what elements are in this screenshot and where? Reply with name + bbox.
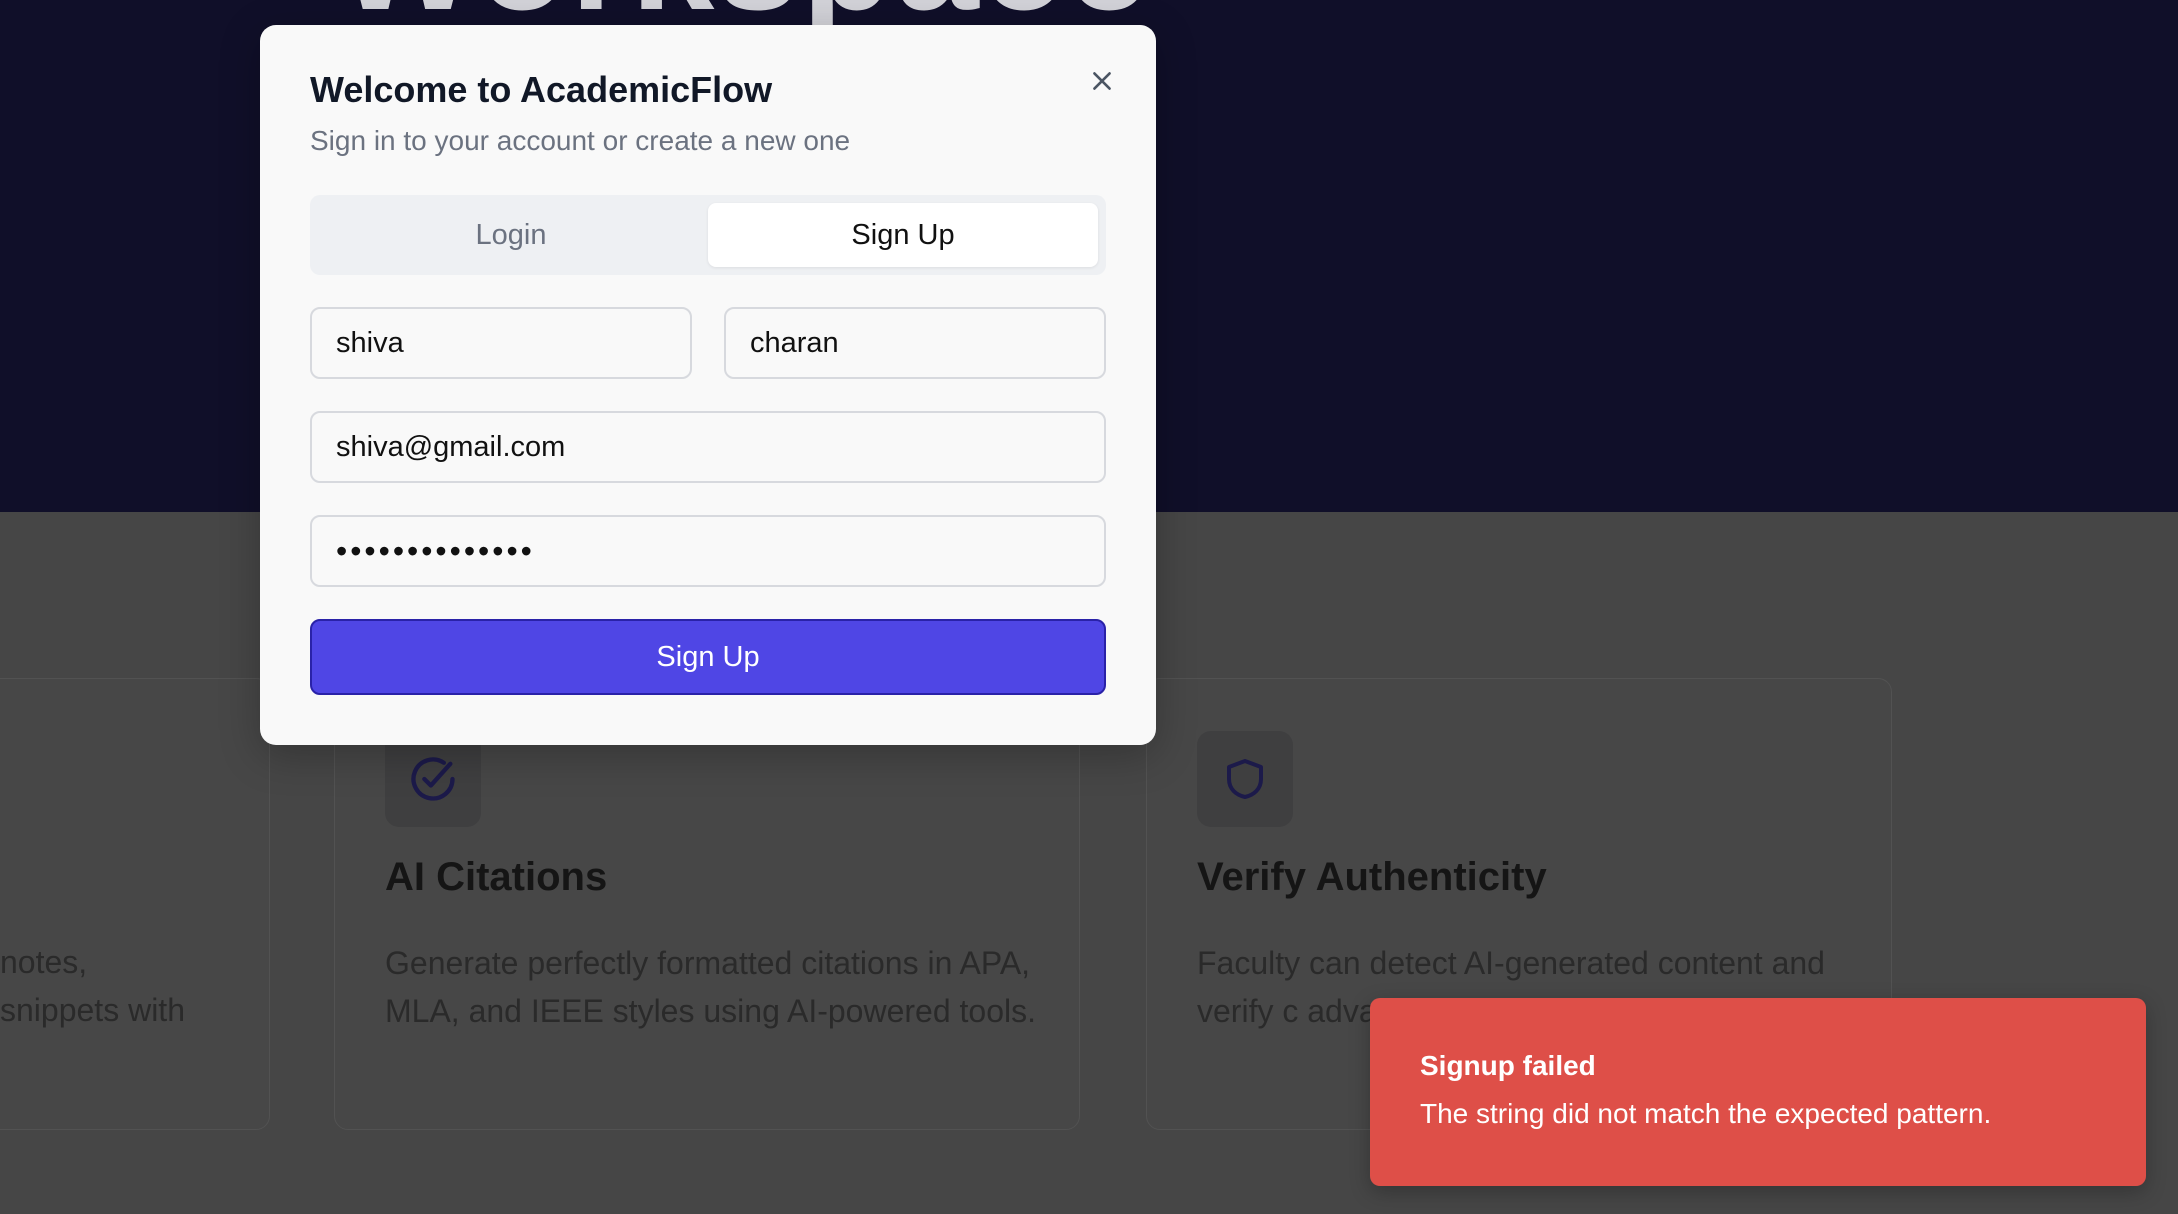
close-button[interactable] xyxy=(1082,61,1122,101)
check-circle-icon xyxy=(385,731,481,827)
tab-login[interactable]: Login xyxy=(316,203,706,267)
tab-signup[interactable]: Sign Up xyxy=(708,203,1098,267)
toast-title: Signup failed xyxy=(1420,1050,1596,1081)
dialog-subtitle: Sign in to your account or create a new … xyxy=(310,125,851,156)
last-name-input[interactable] xyxy=(724,307,1106,379)
shield-icon xyxy=(1197,731,1293,827)
first-name-input[interactable] xyxy=(310,307,692,379)
feature-card-partial xyxy=(0,678,270,1130)
feature-card-partial-text: notes, snippets with xyxy=(0,944,185,1028)
feature-title: Verify Authenticity xyxy=(1197,855,1547,899)
signup-button[interactable]: Sign Up xyxy=(310,619,1106,695)
auth-dialog: Welcome to AcademicFlow Sign in to your … xyxy=(260,25,1156,745)
feature-title: AI Citations xyxy=(385,855,608,899)
password-input[interactable] xyxy=(310,515,1106,587)
feature-card-ai-citations: AI Citations Generate perfectly formatte… xyxy=(334,678,1080,1130)
error-toast[interactable]: Signup failed The string did not match t… xyxy=(1370,998,2146,1186)
close-icon xyxy=(1093,72,1111,90)
feature-description: Generate perfectly formatted citations i… xyxy=(385,945,1036,1029)
auth-tabs: Login Sign Up xyxy=(310,195,1106,275)
dialog-title: Welcome to AcademicFlow xyxy=(310,69,773,110)
email-input[interactable] xyxy=(310,411,1106,483)
toast-message: The string did not match the expected pa… xyxy=(1420,1098,1992,1129)
